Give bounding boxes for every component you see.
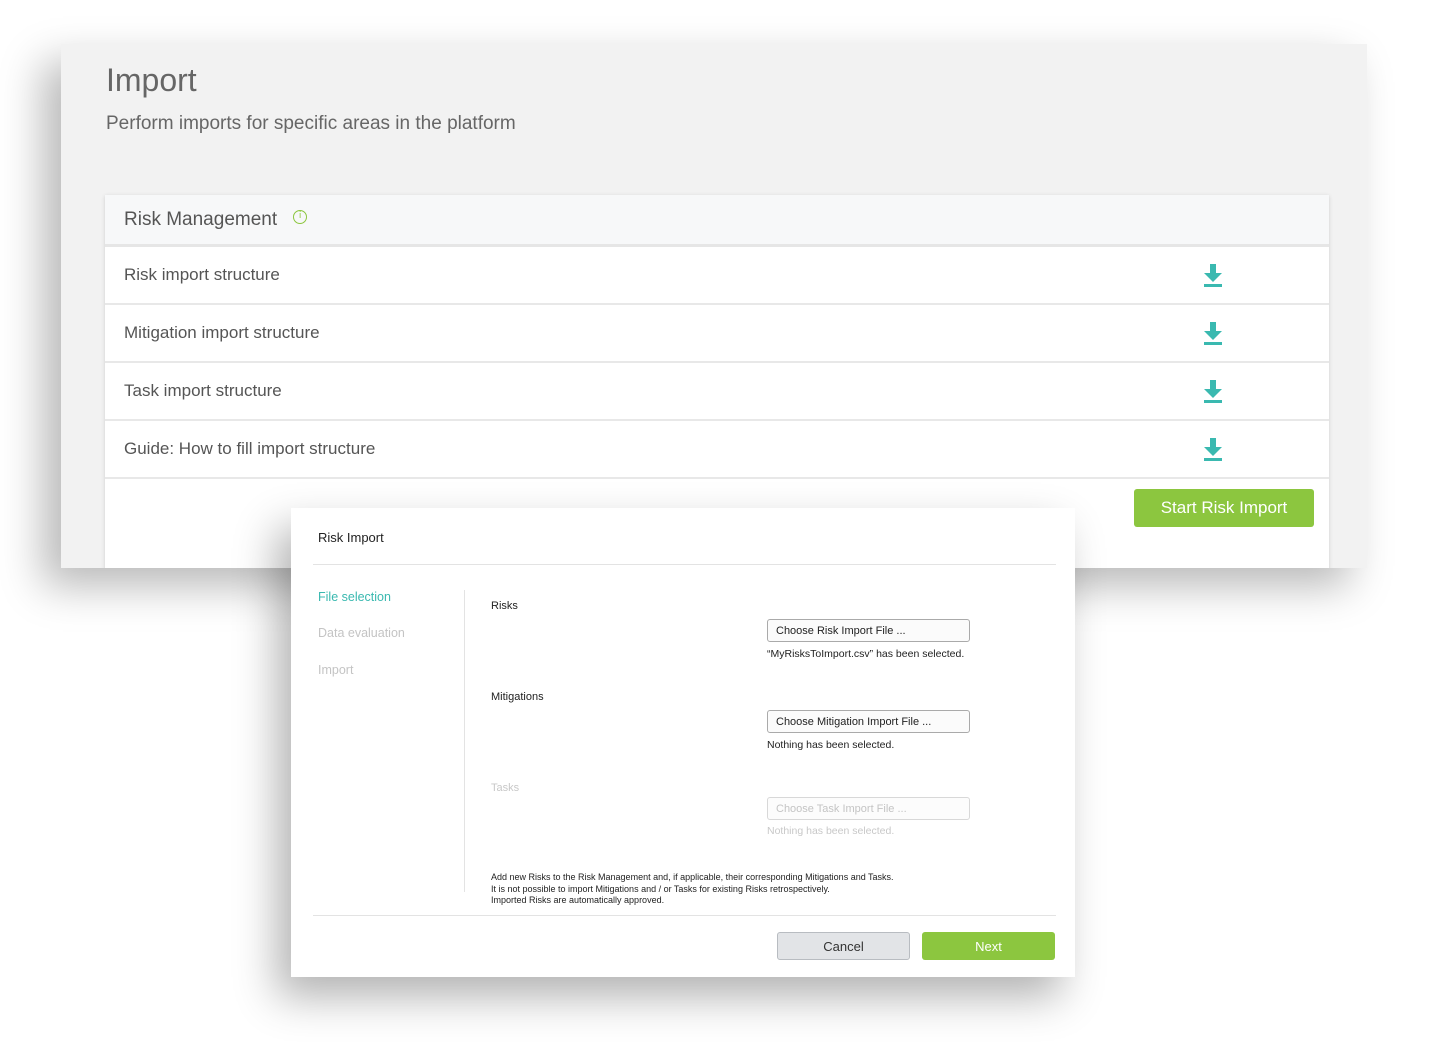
- download-icon[interactable]: [1202, 438, 1224, 462]
- step-data-evaluation: Data evaluation: [318, 626, 405, 640]
- download-icon[interactable]: [1202, 322, 1224, 346]
- section-header: Risk Management i: [105, 195, 1329, 247]
- download-icon[interactable]: [1202, 380, 1224, 404]
- mitigations-label: Mitigations: [491, 691, 544, 703]
- note-line: Add new Risks to the Risk Management and…: [491, 872, 894, 882]
- row-label: Task import structure: [124, 381, 282, 400]
- risk-file-status: “MyRisksToImport.csv” has been selected.: [767, 648, 965, 660]
- cancel-button[interactable]: Cancel: [777, 932, 910, 960]
- choose-risk-file-button[interactable]: Choose Risk Import File ...: [767, 619, 970, 642]
- choose-task-file-button: Choose Task Import File ...: [767, 797, 970, 820]
- divider: [313, 564, 1056, 565]
- download-icon[interactable]: [1202, 264, 1224, 288]
- note-line: Imported Risks are automatically approve…: [491, 895, 665, 905]
- tasks-label: Tasks: [491, 782, 520, 794]
- risk-import-dialog: Risk Import File selection Data evaluati…: [291, 508, 1075, 977]
- import-row-task: Task import structure: [105, 363, 1329, 421]
- section-title: Risk Management: [124, 208, 278, 230]
- note-line: It is not possible to import Mitigations…: [491, 883, 830, 894]
- page-title: Import: [106, 62, 197, 98]
- row-label: Mitigation import structure: [124, 323, 320, 342]
- start-risk-import-button[interactable]: Start Risk Import: [1134, 489, 1314, 527]
- page-subtitle: Perform imports for specific areas in th…: [106, 113, 516, 134]
- step-file-selection[interactable]: File selection: [318, 590, 391, 604]
- risks-label: Risks: [491, 600, 518, 612]
- info-icon[interactable]: i: [293, 209, 308, 224]
- row-label: Risk import structure: [124, 265, 280, 284]
- step-import: Import: [318, 663, 354, 677]
- dialog-title: Risk Import: [318, 530, 384, 545]
- import-page: Import Perform imports for specific area…: [61, 44, 1367, 568]
- import-row-mitigation: Mitigation import structure: [105, 305, 1329, 363]
- import-row-guide: Guide: How to fill import structure: [105, 421, 1329, 479]
- divider: [464, 590, 465, 892]
- next-button[interactable]: Next: [922, 932, 1055, 960]
- divider: [313, 915, 1056, 916]
- row-label: Guide: How to fill import structure: [124, 439, 376, 458]
- choose-mitigation-file-button[interactable]: Choose Mitigation Import File ...: [767, 710, 970, 733]
- mitigation-file-status: Nothing has been selected.: [767, 739, 895, 751]
- task-file-status: Nothing has been selected.: [767, 825, 895, 837]
- import-row-risk: Risk import structure: [105, 247, 1329, 305]
